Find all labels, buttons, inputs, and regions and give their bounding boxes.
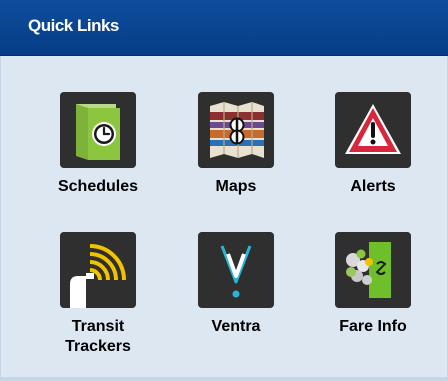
schedule-clock-icon [60, 92, 136, 168]
panel-bottom-border [0, 377, 448, 381]
link-transit-trackers[interactable]: Transit Trackers [38, 232, 158, 357]
fare-info-icon [335, 232, 411, 308]
link-label-schedules: Schedules [57, 178, 139, 195]
alert-triangle-icon [335, 92, 411, 168]
transit-tracker-icon [60, 232, 136, 308]
panel-header: Quick Links [0, 0, 448, 56]
panel-body: Schedules Maps Alerts Transit Trackers V… [0, 56, 448, 381]
link-label-maps: Maps [215, 178, 257, 195]
link-fare-info[interactable]: Fare Info [313, 232, 433, 337]
link-label-transit-trackers: Transit Trackers [65, 318, 131, 355]
map-icon [198, 92, 274, 168]
link-schedules[interactable]: Schedules [38, 92, 158, 197]
link-label-ventra: Ventra [211, 318, 261, 335]
link-label-fare-info: Fare Info [339, 318, 407, 335]
ventra-icon [198, 232, 274, 308]
link-ventra[interactable]: Ventra [176, 232, 296, 337]
link-label-alerts: Alerts [350, 178, 396, 195]
panel-title: Quick Links [28, 16, 119, 35]
quick-links-panel: Quick Links Schedules Maps Alerts Transi… [0, 0, 448, 381]
link-alerts[interactable]: Alerts [313, 92, 433, 197]
link-maps[interactable]: Maps [176, 92, 296, 197]
